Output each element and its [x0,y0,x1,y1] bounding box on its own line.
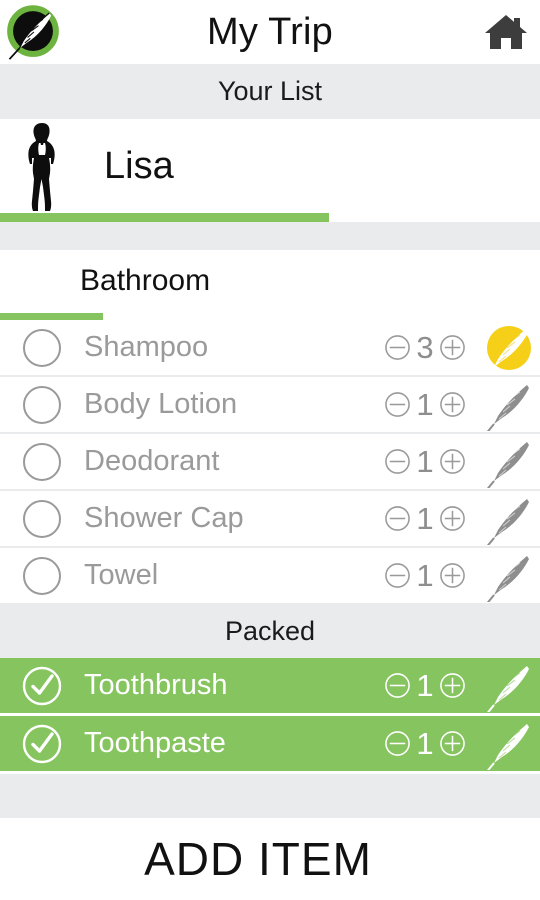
packed-label: Packed [224,616,316,646]
user-row[interactable]: Lisa [0,119,540,214]
quantity-stepper: 3 [384,332,466,363]
circle-check-icon-icon[interactable] [22,666,62,706]
table-row[interactable]: Body Lotion 1 [0,377,540,434]
quantity-stepper: 1 [384,503,466,534]
category-progress-track [0,313,540,320]
feather-icon-icon[interactable] [478,548,540,603]
circle-check-icon-icon[interactable] [22,724,62,764]
packed-items-list: Toothbrush 1 Toothpaste 1 [0,658,540,774]
circle-plus-icon-icon[interactable] [439,505,466,532]
empty-circle-checkbox-icon[interactable] [22,385,62,425]
circle-minus-icon-icon[interactable] [384,334,411,361]
table-row[interactable]: Shampoo 3 [0,320,540,377]
quantity-stepper: 1 [384,670,466,701]
item-name: Shower Cap [84,502,244,534]
item-quantity: 1 [416,668,434,703]
page-title: My Trip [207,11,333,53]
item-quantity: 1 [416,501,434,536]
circle-minus-icon-icon[interactable] [384,448,411,475]
feather-icon-icon[interactable] [478,434,540,489]
circle-plus-icon-icon[interactable] [439,730,466,757]
add-item-button[interactable]: ADD ITEM [0,818,540,900]
table-row[interactable]: Toothbrush 1 [0,658,540,716]
category-section[interactable]: Bathroom [0,250,540,320]
empty-circle-checkbox-icon[interactable] [22,442,62,482]
quantity-stepper: 1 [384,389,466,420]
item-name: Towel [84,559,159,591]
table-row[interactable]: Towel 1 [0,548,540,605]
circle-minus-icon-icon[interactable] [384,562,411,589]
table-row[interactable]: Deodorant 1 [0,434,540,491]
top-bar: My Trip [0,0,540,64]
feather-icon-icon[interactable] [478,658,540,713]
table-row[interactable]: Shower Cap 1 [0,491,540,548]
quantity-stepper: 1 [384,728,466,759]
empty-circle-checkbox-icon[interactable] [22,328,62,368]
user-name: Lisa [104,145,174,187]
circle-plus-icon-icon[interactable] [439,391,466,418]
your-list-label: Your List [217,76,323,106]
item-name: Shampoo [84,331,209,363]
category-name: Bathroom [80,264,211,297]
user-progress-track [0,213,540,222]
item-quantity: 1 [416,726,434,761]
item-quantity: 1 [416,558,434,593]
item-name: Body Lotion [84,388,238,420]
item-name: Deodorant [84,445,220,477]
app-root: My Trip Your List Lisa Bathroom Shampoo … [0,0,540,900]
your-list-band: Your List [0,64,540,119]
empty-circle-checkbox-icon[interactable] [22,556,62,596]
circle-minus-icon-icon[interactable] [384,505,411,532]
circle-plus-icon-icon[interactable] [439,334,466,361]
feather-icon-icon[interactable] [478,320,540,375]
quantity-stepper: 1 [384,560,466,591]
category-progress-fill [0,313,103,320]
section-spacer [0,222,540,250]
item-name: Toothpaste [84,727,226,759]
feather-icon-icon[interactable] [478,491,540,546]
circle-minus-icon-icon[interactable] [384,672,411,699]
circle-plus-icon-icon[interactable] [439,562,466,589]
home-icon[interactable] [482,8,530,56]
item-quantity: 1 [416,387,434,422]
footer-gap [0,774,540,818]
circle-minus-icon-icon[interactable] [384,391,411,418]
circle-plus-icon-icon[interactable] [439,672,466,699]
empty-circle-checkbox-icon[interactable] [22,499,62,539]
item-quantity: 3 [416,330,434,365]
feather-icon-icon[interactable] [478,377,540,432]
user-section[interactable]: Lisa [0,119,540,222]
woman-silhouette-avatar-icon [14,121,70,213]
table-row[interactable]: Toothpaste 1 [0,716,540,774]
circle-plus-icon-icon[interactable] [439,448,466,475]
user-progress-fill [0,213,330,222]
circle-minus-icon-icon[interactable] [384,730,411,757]
item-quantity: 1 [416,444,434,479]
quantity-stepper: 1 [384,446,466,477]
unpacked-items-list: Shampoo 3 Body Lotion 1 Deodorant 1 Shower Cap… [0,320,540,605]
feather-icon-icon[interactable] [478,716,540,771]
item-name: Toothbrush [84,669,228,701]
packed-band: Packed [0,605,540,658]
